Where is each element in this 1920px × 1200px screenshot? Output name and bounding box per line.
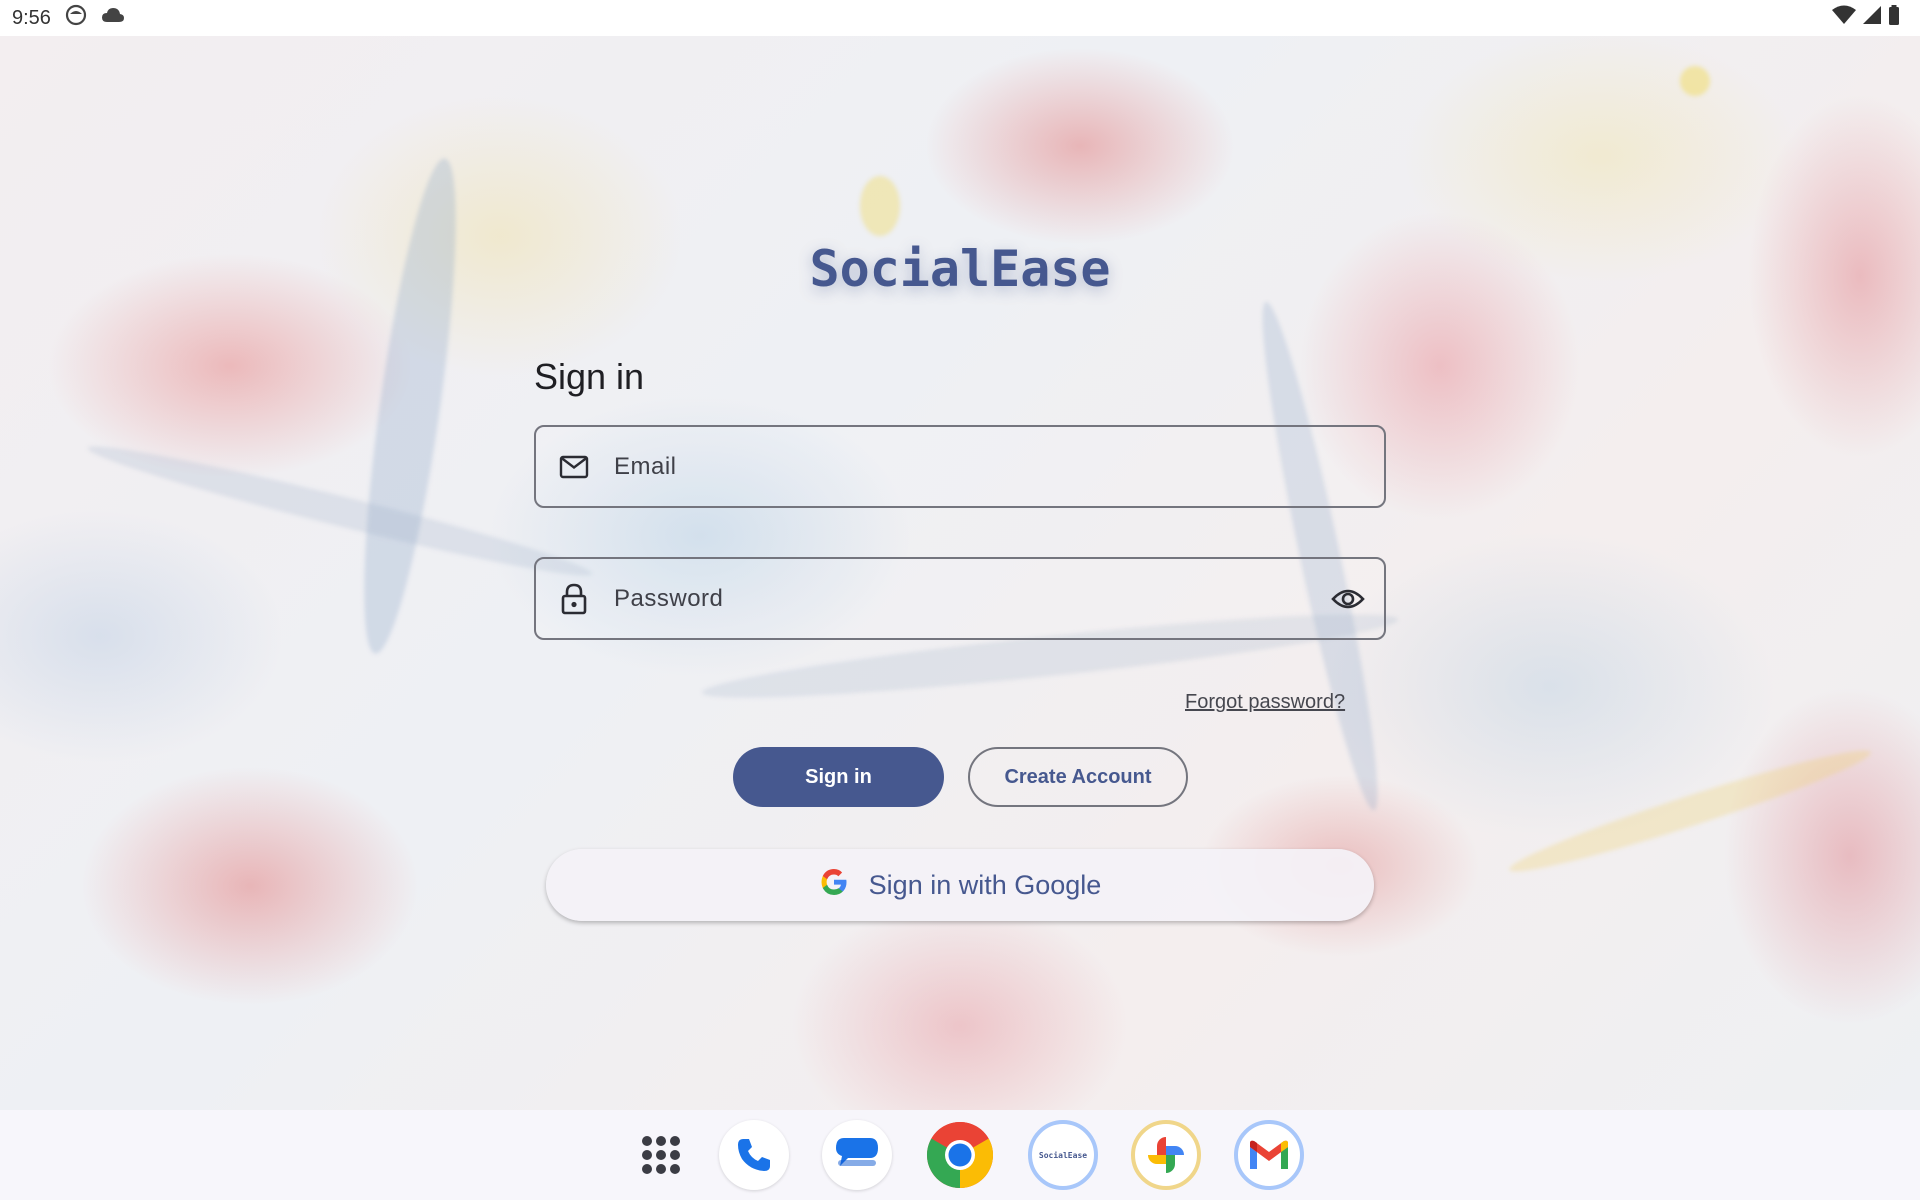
google-sign-in-label: Sign in with Google <box>868 869 1102 900</box>
messages-icon[interactable] <box>822 1120 892 1190</box>
password-placeholder: Password <box>614 584 724 612</box>
email-field[interactable]: Email <box>534 425 1386 508</box>
email-placeholder: Email <box>614 452 677 480</box>
socialease-icon-label: SocialEase <box>1038 1150 1088 1160</box>
app-title: SocialEase <box>809 240 1111 298</box>
google-icon <box>819 867 849 904</box>
create-account-button[interactable]: Create Account <box>968 747 1188 807</box>
status-bar: 9:56 <box>0 0 1920 36</box>
apps-grid-icon[interactable] <box>626 1120 696 1190</box>
cloud-icon <box>101 6 125 30</box>
sign-in-button[interactable]: Sign in <box>733 747 944 807</box>
android-face-icon <box>65 4 87 32</box>
app-dock: SocialEase <box>0 1110 1920 1200</box>
chrome-icon[interactable] <box>925 1120 995 1190</box>
lock-icon <box>556 581 592 617</box>
wifi-icon <box>1832 5 1856 31</box>
battery-icon <box>1888 5 1900 31</box>
forgot-password-link[interactable]: Forgot password? <box>1185 691 1345 714</box>
gmail-icon[interactable] <box>1234 1120 1304 1190</box>
google-sign-in-button[interactable]: Sign in with Google <box>546 849 1374 921</box>
phone-icon[interactable] <box>719 1120 789 1190</box>
photos-icon[interactable] <box>1131 1120 1201 1190</box>
signal-icon <box>1862 5 1882 31</box>
socialease-icon[interactable]: SocialEase <box>1028 1120 1098 1190</box>
password-field[interactable]: Password <box>534 557 1386 640</box>
page-title: Sign in <box>534 356 645 397</box>
eye-icon[interactable] <box>1328 579 1368 619</box>
mail-icon <box>556 449 592 485</box>
status-time: 9:56 <box>12 6 51 29</box>
